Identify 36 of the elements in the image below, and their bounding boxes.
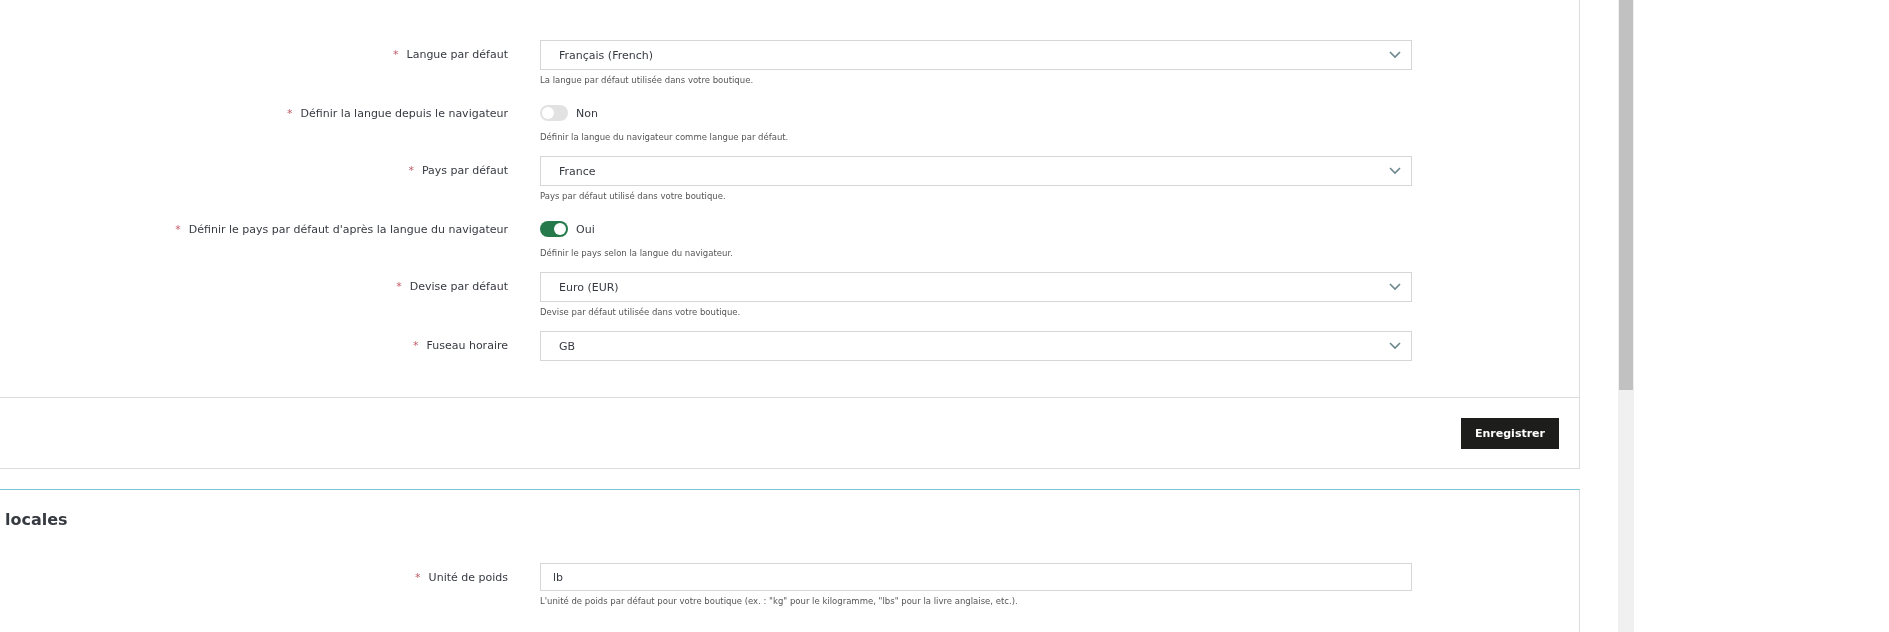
chevron-down-icon — [1389, 51, 1401, 59]
field-label: Définir le pays par défaut d'après la langue du navigateur — [188, 223, 508, 236]
field-label: Devise par défaut — [409, 280, 508, 293]
select-field[interactable]: GB — [540, 331, 1412, 361]
help-text: Définir la langue du navigateur comme langue par défaut. — [540, 132, 790, 142]
chevron-down-icon — [1389, 342, 1401, 350]
required-mark: * — [415, 571, 421, 584]
field-label: Pays par défaut — [422, 164, 508, 177]
help-text: Pays par défaut utilisé dans votre boutique. — [540, 191, 727, 201]
help-text: L'unité de poids par défaut pour votre boutique (ex. : "kg" pour le kilogramme, "lbs" pour la livre anglaise, etc.). — [540, 596, 1019, 606]
select-field[interactable]: Français (French) — [540, 40, 1412, 70]
chevron-down-icon — [1389, 167, 1401, 175]
chevron-down-icon — [1389, 283, 1401, 291]
field-label: Langue par défaut — [406, 48, 508, 61]
section-title: locales — [4, 509, 69, 531]
required-mark: * — [393, 48, 399, 61]
toggle-switch[interactable] — [540, 105, 568, 121]
toggle-value: Non — [576, 106, 598, 120]
input-field[interactable]: lb — [540, 563, 1412, 591]
help-text: La langue par défaut utilisée dans votre boutique. — [540, 75, 755, 85]
select-field[interactable]: Euro (EUR) — [540, 272, 1412, 302]
field-label: Unité de poids — [428, 571, 508, 584]
select-field[interactable]: France — [540, 156, 1412, 186]
required-mark: * — [413, 339, 419, 352]
required-mark: * — [396, 280, 402, 293]
help-text: Devise par défaut utilisée dans votre boutique. — [540, 307, 742, 317]
required-mark: * — [408, 164, 414, 177]
field-label: Définir la langue depuis le navigateur — [300, 107, 508, 120]
required-mark: * — [287, 107, 293, 120]
required-mark: * — [175, 223, 181, 236]
scrollbar[interactable] — [1618, 0, 1634, 632]
save-button[interactable]: Enregistrer — [1461, 417, 1559, 449]
help-text: Définir le pays selon la langue du navigateur. — [540, 248, 734, 258]
toggle-value: Oui — [576, 222, 595, 236]
toggle-switch[interactable] — [540, 221, 568, 237]
field-label: Fuseau horaire — [426, 339, 508, 352]
